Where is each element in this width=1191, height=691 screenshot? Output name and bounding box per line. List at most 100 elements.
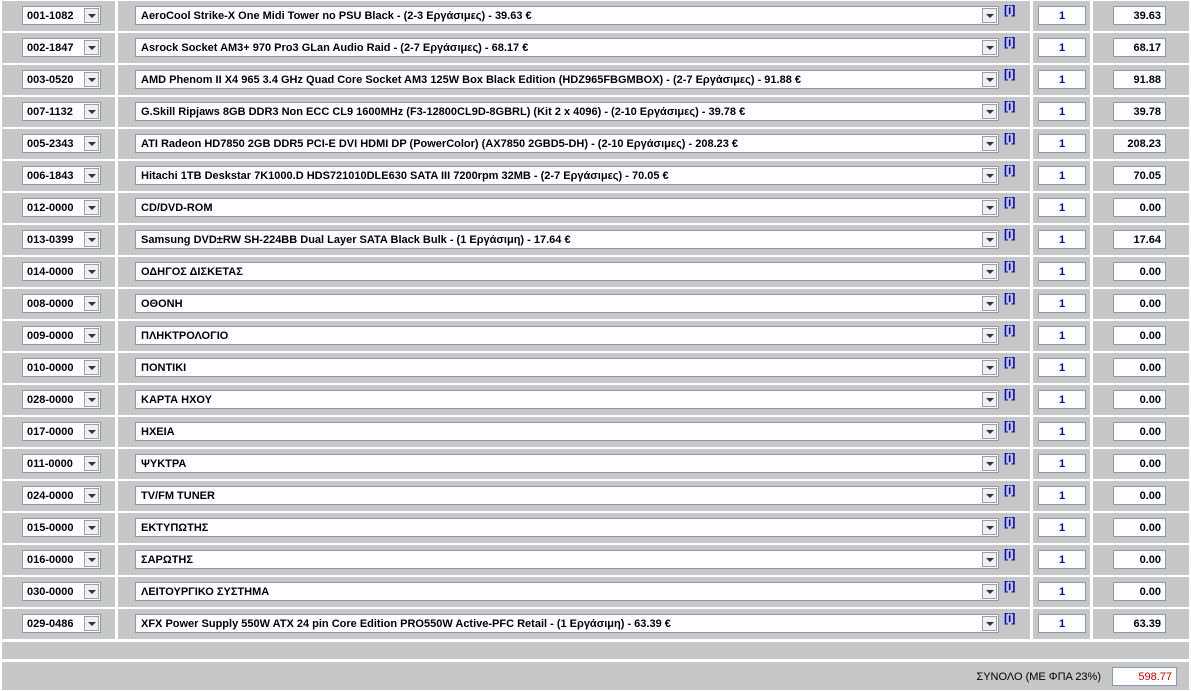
chevron-down-icon[interactable] (84, 296, 99, 311)
product-select[interactable]: ΟΔΗΓΟΣ ΔΙΣΚΕΤΑΣ (135, 262, 999, 281)
quantity-field[interactable]: 1 (1038, 230, 1086, 249)
product-select[interactable]: ΨΥΚΤΡΑ (135, 454, 999, 473)
quantity-field[interactable]: 1 (1038, 358, 1086, 377)
info-link[interactable]: [i] (1004, 611, 1015, 625)
code-select[interactable]: 016-0000 (22, 550, 101, 569)
info-link[interactable]: [i] (1004, 259, 1015, 273)
product-select[interactable]: ATI Radeon HD7850 2GB DDR5 PCI-E DVI HDM… (135, 134, 999, 153)
chevron-down-icon[interactable] (84, 40, 99, 55)
chevron-down-icon[interactable] (84, 520, 99, 535)
chevron-down-icon[interactable] (982, 392, 997, 407)
info-link[interactable]: [i] (1004, 515, 1015, 529)
chevron-down-icon[interactable] (982, 360, 997, 375)
chevron-down-icon[interactable] (982, 136, 997, 151)
product-select[interactable]: Asrock Socket AM3+ 970 Pro3 GLan Audio R… (135, 38, 999, 57)
code-select[interactable]: 017-0000 (22, 422, 101, 441)
chevron-down-icon[interactable] (84, 232, 99, 247)
chevron-down-icon[interactable] (84, 168, 99, 183)
product-select[interactable]: ΗΧΕΙΑ (135, 422, 999, 441)
chevron-down-icon[interactable] (84, 136, 99, 151)
info-link[interactable]: [i] (1004, 387, 1015, 401)
code-select[interactable]: 014-0000 (22, 262, 101, 281)
product-select[interactable]: G.Skill Ripjaws 8GB DDR3 Non ECC CL9 160… (135, 102, 999, 121)
info-link[interactable]: [i] (1004, 163, 1015, 177)
quantity-field[interactable]: 1 (1038, 390, 1086, 409)
chevron-down-icon[interactable] (84, 488, 99, 503)
product-select[interactable]: ΟΘΟΝΗ (135, 294, 999, 313)
code-select[interactable]: 015-0000 (22, 518, 101, 537)
chevron-down-icon[interactable] (982, 328, 997, 343)
code-select[interactable]: 009-0000 (22, 326, 101, 345)
quantity-field[interactable]: 1 (1038, 326, 1086, 345)
quantity-field[interactable]: 1 (1038, 294, 1086, 313)
quantity-field[interactable]: 1 (1038, 518, 1086, 537)
chevron-down-icon[interactable] (84, 328, 99, 343)
product-select[interactable]: ΕΚΤΥΠΩΤΗΣ (135, 518, 999, 537)
product-select[interactable]: AMD Phenom II X4 965 3.4 GHz Quad Core S… (135, 70, 999, 89)
chevron-down-icon[interactable] (982, 232, 997, 247)
chevron-down-icon[interactable] (982, 488, 997, 503)
info-link[interactable]: [i] (1004, 99, 1015, 113)
chevron-down-icon[interactable] (84, 616, 99, 631)
info-link[interactable]: [i] (1004, 419, 1015, 433)
chevron-down-icon[interactable] (982, 72, 997, 87)
chevron-down-icon[interactable] (982, 552, 997, 567)
chevron-down-icon[interactable] (982, 584, 997, 599)
chevron-down-icon[interactable] (84, 360, 99, 375)
chevron-down-icon[interactable] (982, 40, 997, 55)
chevron-down-icon[interactable] (982, 520, 997, 535)
code-select[interactable]: 003-0520 (22, 70, 101, 89)
info-link[interactable]: [i] (1004, 451, 1015, 465)
chevron-down-icon[interactable] (84, 424, 99, 439)
code-select[interactable]: 001-1082 (22, 6, 101, 25)
info-link[interactable]: [i] (1004, 291, 1015, 305)
chevron-down-icon[interactable] (982, 424, 997, 439)
quantity-field[interactable]: 1 (1038, 614, 1086, 633)
product-select[interactable]: CD/DVD-ROM (135, 198, 999, 217)
code-select[interactable]: 030-0000 (22, 582, 101, 601)
chevron-down-icon[interactable] (982, 168, 997, 183)
code-select[interactable]: 007-1132 (22, 102, 101, 121)
product-select[interactable]: ΚΑΡΤΑ ΗΧΟΥ (135, 390, 999, 409)
code-select[interactable]: 013-0399 (22, 230, 101, 249)
quantity-field[interactable]: 1 (1038, 6, 1086, 25)
chevron-down-icon[interactable] (982, 296, 997, 311)
info-link[interactable]: [i] (1004, 355, 1015, 369)
info-link[interactable]: [i] (1004, 3, 1015, 17)
code-select[interactable]: 012-0000 (22, 198, 101, 217)
chevron-down-icon[interactable] (982, 616, 997, 631)
info-link[interactable]: [i] (1004, 227, 1015, 241)
product-select[interactable]: Hitachi 1TB Deskstar 7K1000.D HDS721010D… (135, 166, 999, 185)
code-select[interactable]: 011-0000 (22, 454, 101, 473)
product-select[interactable]: AeroCool Strike-X One Midi Tower no PSU … (135, 6, 999, 25)
code-select[interactable]: 029-0486 (22, 614, 101, 633)
info-link[interactable]: [i] (1004, 35, 1015, 49)
chevron-down-icon[interactable] (84, 392, 99, 407)
info-link[interactable]: [i] (1004, 323, 1015, 337)
chevron-down-icon[interactable] (84, 8, 99, 23)
quantity-field[interactable]: 1 (1038, 582, 1086, 601)
code-select[interactable]: 028-0000 (22, 390, 101, 409)
chevron-down-icon[interactable] (982, 456, 997, 471)
chevron-down-icon[interactable] (84, 584, 99, 599)
code-select[interactable]: 006-1843 (22, 166, 101, 185)
info-link[interactable]: [i] (1004, 131, 1015, 145)
info-link[interactable]: [i] (1004, 195, 1015, 209)
chevron-down-icon[interactable] (982, 8, 997, 23)
product-select[interactable]: Samsung DVD±RW SH-224BB Dual Layer SATA … (135, 230, 999, 249)
product-select[interactable]: ΣΑΡΩΤΗΣ (135, 550, 999, 569)
quantity-field[interactable]: 1 (1038, 70, 1086, 89)
chevron-down-icon[interactable] (84, 552, 99, 567)
info-link[interactable]: [i] (1004, 547, 1015, 561)
chevron-down-icon[interactable] (84, 264, 99, 279)
code-select[interactable]: 005-2343 (22, 134, 101, 153)
product-select[interactable]: ΠΟΝΤΙΚΙ (135, 358, 999, 377)
code-select[interactable]: 024-0000 (22, 486, 101, 505)
chevron-down-icon[interactable] (84, 72, 99, 87)
product-select[interactable]: ΛΕΙΤΟΥΡΓΙΚΟ ΣΥΣΤΗΜΑ (135, 582, 999, 601)
code-select[interactable]: 008-0000 (22, 294, 101, 313)
code-select[interactable]: 010-0000 (22, 358, 101, 377)
quantity-field[interactable]: 1 (1038, 102, 1086, 121)
quantity-field[interactable]: 1 (1038, 422, 1086, 441)
quantity-field[interactable]: 1 (1038, 38, 1086, 57)
